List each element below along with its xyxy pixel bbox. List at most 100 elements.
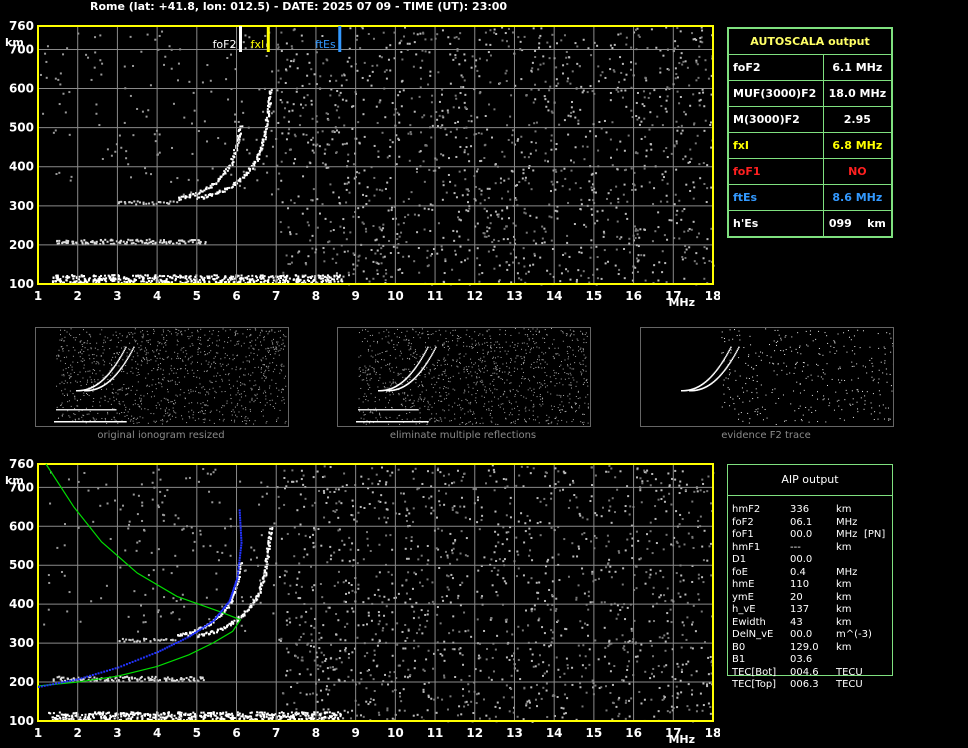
noise-dots	[39, 26, 715, 286]
aip-value: 00.0	[790, 629, 813, 640]
x-tick-label: 3	[113, 289, 121, 303]
e-layer-trace	[48, 711, 342, 722]
x-tick-label: 1	[34, 289, 42, 303]
aip-unit: km	[836, 591, 852, 603]
x-tick-label: 13	[506, 289, 523, 303]
e-layer-trace	[51, 274, 344, 285]
aip-label: foE	[732, 566, 748, 578]
y-tick-label: 300	[9, 636, 34, 650]
aip-label: B1	[732, 654, 746, 665]
x-axis-label: MHz	[668, 296, 695, 309]
autoscala-row: foF2 6.1 MHz	[728, 54, 893, 81]
autoscala-title: AUTOSCALA output	[728, 28, 892, 55]
aip-unit: km	[836, 504, 852, 515]
x-tick-label: 4	[153, 289, 161, 303]
aip-value: 03.6	[790, 654, 813, 665]
ionogram-bottom-chart: 1 2 3 4 5 6 7 8 9 10 11 12 13 14 15 16 17 181002003004005…	[5, 457, 720, 746]
aip-label: ymE	[732, 591, 754, 603]
aip-unit: TECU	[836, 679, 863, 690]
x-axis-label: MHz	[668, 733, 695, 746]
aip-label: hmF2	[732, 504, 761, 515]
y-tick-label: 760	[9, 19, 34, 33]
y-tick-label: 600	[9, 82, 34, 96]
y-tick-label: 760	[9, 457, 34, 471]
aip-value: 004.6	[790, 666, 819, 678]
autoscala-panel: AUTOSCALA output foF2 6.1 MHz MUF(3000)F2 1…	[727, 27, 893, 238]
aip-title: AIP output	[728, 465, 892, 496]
aip-value: 20	[790, 591, 803, 603]
x-tick-label: 10	[387, 726, 404, 740]
aip-label: hmF1	[732, 541, 761, 553]
y-tick-label: 400	[9, 597, 34, 611]
autoscala-label: fxI	[728, 132, 824, 159]
aip-label: D1	[732, 554, 747, 565]
x-tick-label: 8	[312, 289, 320, 303]
aip-label: foF2	[732, 516, 754, 528]
aip-label: Ewidth	[732, 616, 766, 628]
autoscala-row: ftEs 8.6 MHz	[728, 184, 893, 211]
x-tick-label: 7	[272, 726, 280, 740]
marker-label: ftEs	[315, 38, 336, 51]
aip-label: DelN_vE	[732, 629, 774, 640]
x-tick-label: 18	[705, 726, 720, 740]
aip-value: 00.0	[790, 554, 813, 565]
f-low-trace	[117, 200, 179, 206]
aip-value: 137	[790, 604, 810, 615]
x-tick-label: 11	[427, 726, 444, 740]
y-tick-label: 400	[9, 160, 34, 174]
thumbnail-caption: original ionogram resized	[97, 430, 225, 441]
y-tick-label: 100	[9, 714, 34, 728]
marker-label: foF2	[213, 38, 237, 51]
thumbnail-caption: eliminate multiple reflections	[389, 430, 537, 441]
x-tick-label: 14	[546, 726, 563, 740]
x-tick-label: 16	[625, 726, 642, 740]
x-tick-label: 10	[387, 289, 404, 303]
o-mode-trace	[178, 125, 244, 202]
x-tick-label: 18	[705, 289, 720, 303]
aip-value: 00.0	[790, 529, 813, 540]
y-tick-label: 300	[9, 199, 34, 213]
x-tick-label: 6	[232, 726, 240, 740]
aip-value: 0.4	[790, 566, 806, 578]
x-tick-label: 15	[586, 289, 603, 303]
noise-dots	[43, 464, 715, 723]
aip-unit: MHz	[836, 529, 858, 540]
x-tick-label: 2	[74, 726, 82, 740]
x-tick-label: 16	[625, 289, 642, 303]
f-low-trace	[118, 637, 177, 643]
y-tick-label: 500	[9, 121, 34, 135]
aip-unit: TECU	[836, 666, 863, 678]
autoscala-label: M(3000)F2	[728, 106, 824, 133]
aip-unit: MHz	[836, 516, 858, 528]
aip-unit: km	[836, 579, 852, 590]
autoscala-label: foF1	[728, 158, 824, 185]
aip-value: ---	[790, 541, 801, 553]
autoscala-value: 8.6 MHz	[822, 184, 893, 211]
x-tick-label: 2	[74, 289, 82, 303]
y-tick-label: 200	[9, 675, 34, 689]
aip-trace	[38, 509, 243, 688]
grid	[38, 26, 713, 284]
x-tick-label: 5	[193, 726, 201, 740]
x-tick-label: 13	[506, 726, 523, 740]
y-tick-label: 600	[9, 519, 34, 533]
autoscala-row: MUF(3000)F2 18.0 MHz	[728, 80, 893, 107]
x-tick-label: 5	[193, 289, 201, 303]
aip-unit: km	[836, 616, 852, 628]
aip-unit: MHz	[836, 566, 858, 578]
aip-unit: km	[836, 541, 852, 553]
aip-unit: m^(-3)	[836, 629, 872, 640]
x-tick-label: 8	[312, 726, 320, 740]
x-tick-label: 4	[153, 726, 161, 740]
x-tick-label: 6	[232, 289, 240, 303]
aip-value: 43	[790, 616, 803, 628]
x-mode-trace	[196, 89, 273, 200]
aip-label: foF1	[732, 529, 754, 540]
x-tick-label: 14	[546, 289, 563, 303]
autoscala-value: 099 km	[822, 210, 893, 237]
autoscala-label: MUF(3000)F2	[728, 80, 824, 107]
marker-label: fxI	[251, 38, 265, 51]
profile-curve	[37, 463, 242, 687]
grid	[38, 464, 713, 721]
aip-label: TEC[Top]	[732, 679, 777, 690]
